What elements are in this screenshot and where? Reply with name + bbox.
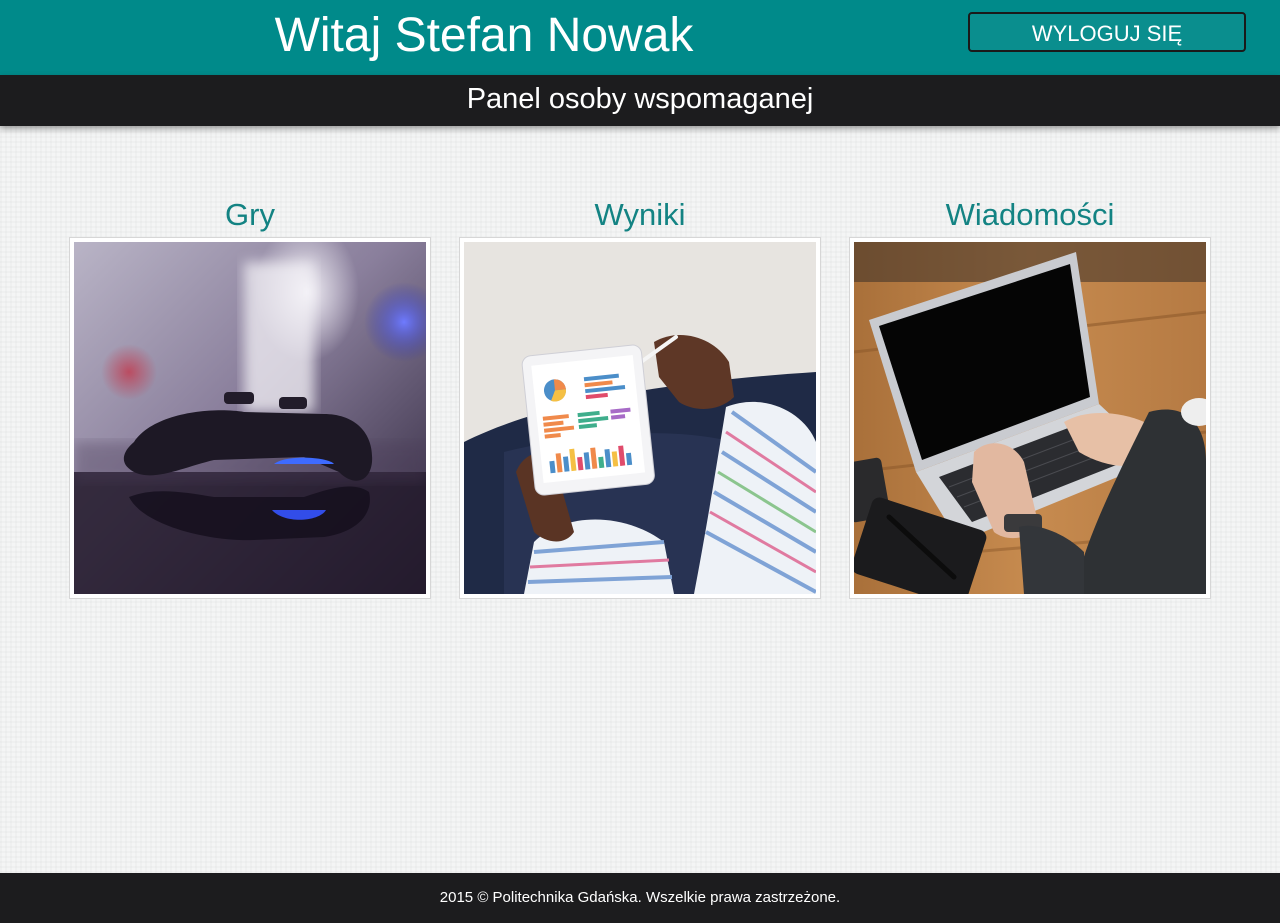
copyright-text: 2015 © Politechnika Gdańska. Wszelkie pr… [439, 889, 841, 906]
tile-image-frame [69, 237, 431, 599]
tile-wyniki[interactable]: Wyniki [459, 196, 821, 599]
tile-gry[interactable]: Gry [69, 196, 431, 599]
page-footer: 2015 © Politechnika Gdańska. Wszelkie pr… [0, 873, 1280, 923]
tile-title-gry[interactable]: Gry [69, 196, 431, 234]
logout-button[interactable]: WYLOGUJ SIĘ [968, 12, 1246, 52]
laptop-typing-photo[interactable] [854, 242, 1206, 594]
panel-title: Panel osoby wspomaganej [466, 83, 814, 115]
top-header-bar: Witaj Stefan Nowak WYLOGUJ SIĘ [0, 0, 1280, 75]
tile-image-frame [849, 237, 1211, 599]
tablet-charts-photo[interactable] [464, 242, 816, 594]
panel-title-bar: Panel osoby wspomaganej [0, 75, 1280, 126]
tile-title-wiadomosci[interactable]: Wiadomości [849, 196, 1211, 234]
tile-wiadomosci[interactable]: Wiadomości [849, 196, 1211, 599]
welcome-heading: Witaj Stefan Nowak [274, 9, 694, 62]
game-controller-photo[interactable] [74, 242, 426, 594]
tile-title-wyniki[interactable]: Wyniki [459, 196, 821, 234]
tile-image-frame [459, 237, 821, 599]
